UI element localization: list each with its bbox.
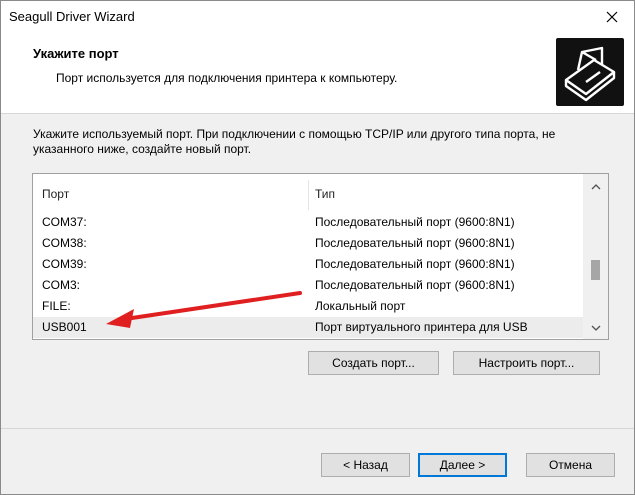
scroll-thumb[interactable] [591, 260, 600, 280]
table-row[interactable]: COM38: Последовательный порт (9600:8N1) [33, 233, 583, 254]
list-header: Порт Тип [33, 174, 583, 212]
port-cell: COM37: [42, 215, 87, 229]
cancel-button[interactable]: Отмена [526, 453, 615, 477]
chevron-up-icon [591, 184, 600, 190]
port-cell: COM38: [42, 236, 87, 250]
window-title: Seagull Driver Wizard [9, 9, 135, 24]
type-cell: Последовательный порт (9600:8N1) [315, 278, 515, 292]
type-cell: Последовательный порт (9600:8N1) [315, 236, 515, 250]
port-cell: COM3: [42, 278, 81, 292]
table-row[interactable]: COM39: Последовательный порт (9600:8N1) [33, 254, 583, 275]
column-divider[interactable] [308, 180, 309, 210]
column-header-port[interactable]: Порт [42, 187, 69, 201]
page-subtitle: Порт используется для подключения принте… [56, 71, 398, 85]
configure-port-button[interactable]: Настроить порт... [453, 351, 600, 375]
port-cell: FILE: [42, 299, 71, 313]
port-cell: COM39: [42, 257, 87, 271]
back-button[interactable]: < Назад [321, 453, 410, 477]
port-list[interactable]: Порт Тип COM37: Последовательный порт (9… [32, 173, 609, 340]
table-row-selected[interactable]: USB001 Порт виртуального принтера для US… [33, 317, 583, 338]
title-bar: Seagull Driver Wizard [1, 1, 634, 33]
type-cell: Последовательный порт (9600:8N1) [315, 257, 515, 271]
type-cell: Порт виртуального принтера для USB [315, 320, 528, 334]
footer-separator [1, 428, 634, 429]
table-row[interactable]: FILE: Локальный порт [33, 296, 583, 317]
port-cell: USB001 [42, 320, 87, 334]
instruction-text: Укажите используемый порт. При подключен… [33, 127, 556, 156]
type-cell: Последовательный порт (9600:8N1) [315, 215, 515, 229]
scroll-down-button[interactable] [583, 317, 608, 339]
table-row[interactable]: COM37: Последовательный порт (9600:8N1) [33, 212, 583, 233]
close-button[interactable] [590, 1, 634, 33]
create-port-button[interactable]: Создать порт... [308, 351, 439, 375]
table-row[interactable]: COM3: Последовательный порт (9600:8N1) [33, 275, 583, 296]
next-button[interactable]: Далее > [418, 453, 507, 477]
column-header-type[interactable]: Тип [315, 187, 335, 201]
close-icon [606, 11, 618, 23]
chevron-down-icon [591, 325, 600, 331]
type-cell: Локальный порт [315, 299, 406, 313]
printer-icon [556, 38, 624, 106]
scroll-up-button[interactable] [583, 176, 608, 198]
vertical-scrollbar[interactable] [583, 174, 608, 339]
wizard-header: Укажите порт Порт используется для подкл… [1, 33, 634, 114]
page-title: Укажите порт [33, 46, 119, 61]
wizard-window: Seagull Driver Wizard Укажите порт Порт … [0, 0, 635, 495]
